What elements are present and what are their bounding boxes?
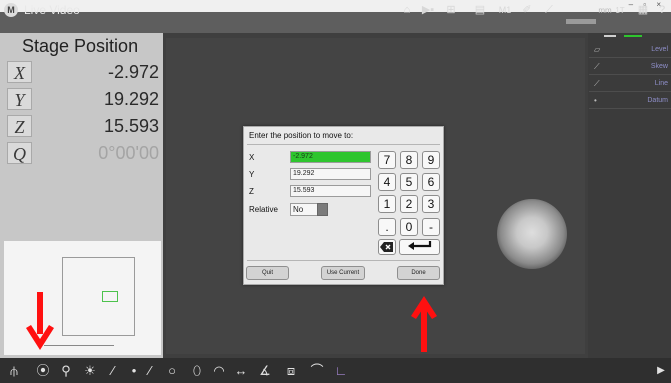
app-title: Live Video	[24, 3, 80, 17]
dialog-divider	[247, 144, 440, 145]
axis-y-button[interactable]: Y	[7, 88, 32, 110]
grid-icon[interactable]: ▦	[636, 4, 650, 17]
arrow-up-shaft	[421, 306, 427, 352]
arc-tool-icon[interactable]: ◠	[211, 362, 227, 380]
skew-icon: ⟋	[594, 62, 600, 71]
enter-key[interactable]	[399, 239, 440, 255]
line-icon: ⟋	[594, 79, 600, 88]
z-field-label: Z	[249, 187, 254, 196]
datum-icon: •	[594, 96, 597, 105]
annotation-arrow-down-icon	[26, 292, 54, 350]
axis-x-button[interactable]: X	[7, 61, 32, 83]
dialog-footer-divider	[247, 260, 440, 261]
panel-tab-active[interactable]	[624, 35, 642, 37]
key-decimal[interactable]: .	[378, 218, 396, 236]
keyboard-icon[interactable]: ▤	[472, 4, 488, 17]
y-field-label: Y	[249, 170, 255, 179]
slot-tool-icon[interactable]: ⬯	[190, 362, 204, 380]
axis-x-value: -2.972	[107, 62, 159, 82]
backspace-icon	[380, 242, 393, 252]
circle-tool-icon[interactable]: ○	[164, 362, 180, 380]
edge-tool-icon[interactable]: ∕	[106, 362, 120, 380]
home-icon[interactable]: ⌂	[400, 4, 414, 17]
light-tool-icon[interactable]: ☀	[82, 362, 98, 380]
tool-1t-button[interactable]: 1T	[613, 4, 627, 17]
key-6[interactable]: 6	[422, 173, 440, 191]
probe-tool-icon[interactable]: ⫛	[6, 362, 22, 380]
relative-label: Relative	[249, 205, 278, 214]
line-tool-icon[interactable]: ∕	[143, 362, 157, 380]
window-top-strip	[0, 0, 671, 12]
help-button[interactable]: ?	[656, 4, 668, 17]
probe-icon[interactable]: ⟋	[541, 4, 557, 17]
key-1[interactable]: 1	[378, 195, 396, 213]
annotation-arrow-up-icon	[411, 296, 437, 352]
distance-tool-icon[interactable]: ↔	[232, 362, 250, 380]
arrow-down-shaft	[37, 292, 43, 334]
key-minus[interactable]: -	[422, 218, 440, 236]
enter-icon	[407, 241, 431, 250]
crosshair-grid-icon[interactable]: ⊞	[443, 4, 459, 17]
scroll-right-icon[interactable]: ▶	[655, 362, 667, 380]
target-tool-icon[interactable]: ⦿	[34, 362, 52, 380]
done-button[interactable]: Done	[397, 266, 440, 280]
axis-z-value: 15.593	[103, 116, 159, 136]
x-position-input[interactable]: -2.972	[290, 151, 371, 163]
axis-q-button[interactable]: Q	[7, 142, 32, 164]
z-position-input[interactable]: 15.593	[290, 185, 371, 197]
feature-item-level[interactable]: Level	[589, 43, 671, 58]
axis-q-value: 0°00'00	[98, 143, 159, 163]
light-icon[interactable]: ✐	[521, 4, 533, 17]
angle-tool-icon[interactable]: ∡	[256, 362, 274, 380]
key-7[interactable]: 7	[378, 151, 396, 169]
key-0[interactable]: 0	[400, 218, 418, 236]
feature-item-line[interactable]: Line	[589, 77, 671, 92]
m1-button[interactable]: M1	[497, 4, 513, 17]
key-8[interactable]: 8	[400, 151, 418, 169]
x-field-label: X	[249, 153, 255, 162]
stage-target-marker	[102, 291, 118, 302]
curve-tool-icon[interactable]: ⌒	[308, 362, 326, 380]
level-icon: ▱	[594, 45, 601, 54]
use-current-button[interactable]: Use Current	[321, 266, 365, 280]
feature-item-skew[interactable]: Skew	[589, 60, 671, 75]
backspace-key[interactable]	[378, 239, 396, 255]
illuminated-spot	[497, 199, 567, 269]
point-tool-icon[interactable]: •	[128, 362, 140, 380]
datum-tool-icon[interactable]: ∟	[333, 362, 349, 380]
key-5[interactable]: 5	[400, 173, 418, 191]
key-9[interactable]: 9	[422, 151, 440, 169]
dialog-prompt: Enter the position to move to:	[249, 131, 354, 140]
key-3[interactable]: 3	[422, 195, 440, 213]
key-2[interactable]: 2	[400, 195, 418, 213]
app-logo-icon: M	[4, 3, 18, 17]
video-camera-icon[interactable]: ▶▪	[420, 4, 436, 17]
units-label[interactable]: mm	[598, 4, 612, 17]
axis-z-button[interactable]: Z	[7, 115, 32, 137]
key-4[interactable]: 4	[378, 173, 396, 191]
stage-travel-rect	[62, 257, 135, 336]
stage-position-title: Stage Position	[22, 36, 139, 56]
panel-tab-indicator[interactable]	[604, 35, 616, 37]
zoom-tool-icon[interactable]: ⚲	[58, 362, 74, 380]
relative-toggle-handle[interactable]	[317, 203, 328, 216]
y-position-input[interactable]: 19.292	[290, 168, 371, 180]
feature-item-datum[interactable]: Datum	[589, 94, 671, 109]
plane-tool-icon[interactable]: ⧈	[282, 362, 300, 380]
scale-bar	[566, 19, 596, 24]
quit-button[interactable]: Quit	[246, 266, 289, 280]
axis-y-value: 19.292	[103, 89, 159, 109]
